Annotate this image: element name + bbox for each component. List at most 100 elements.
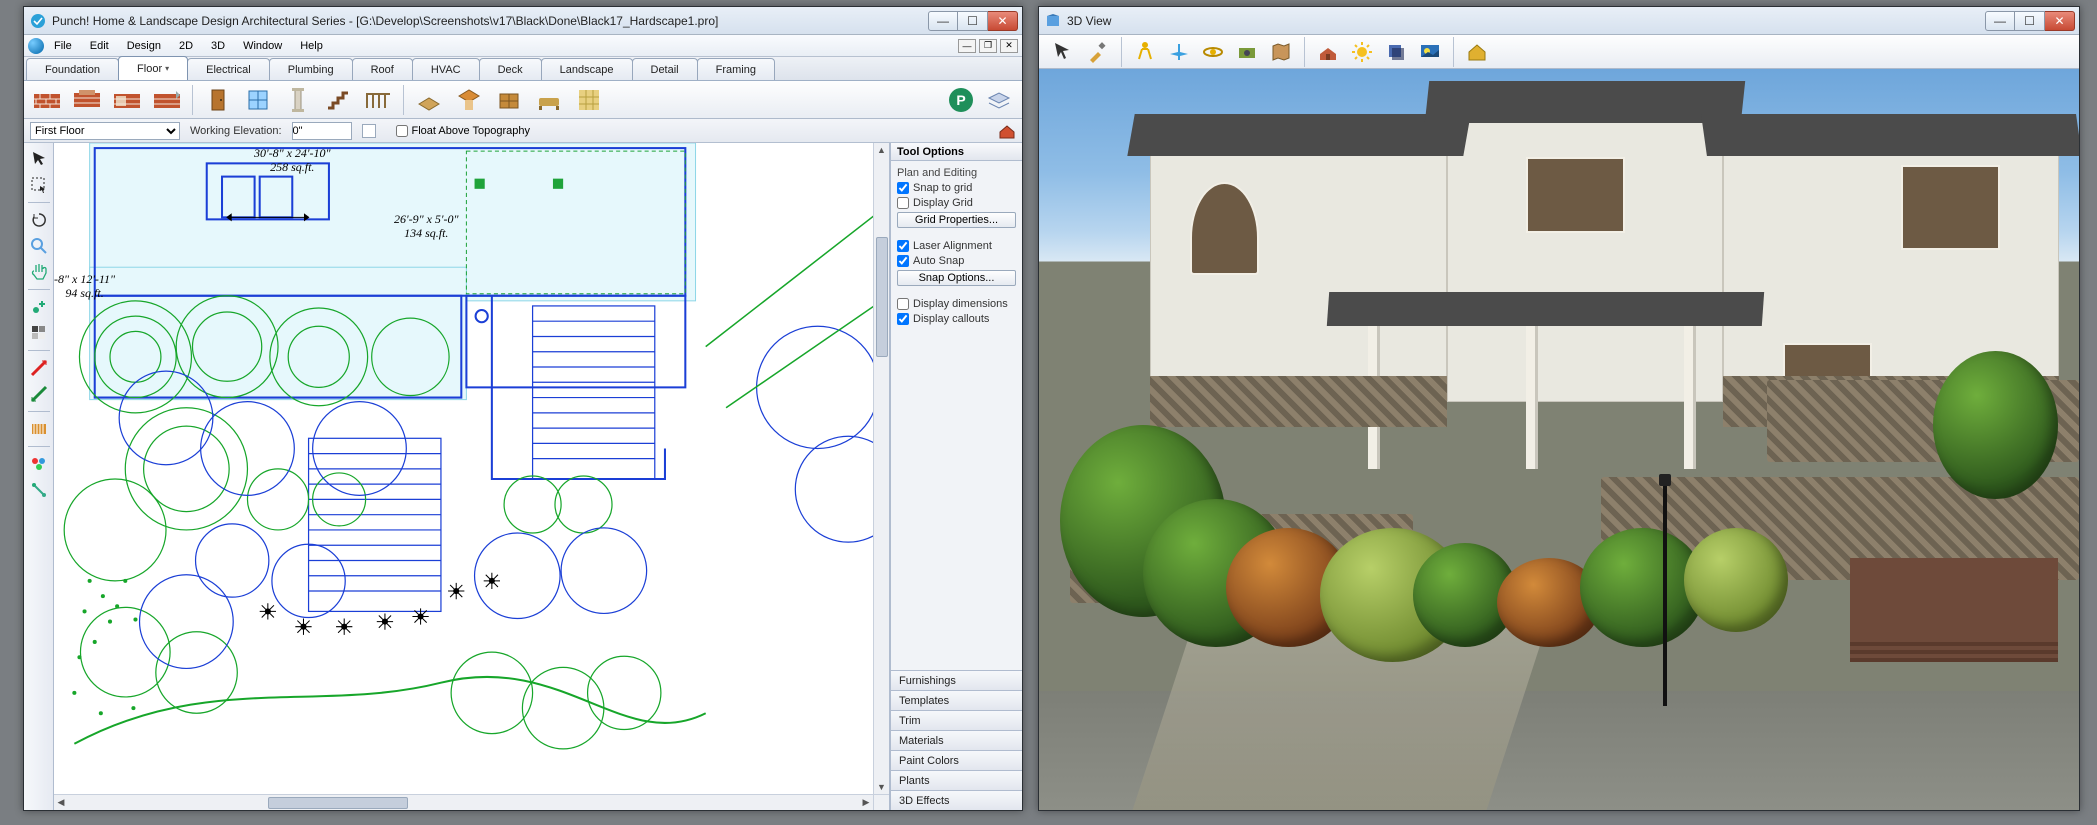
walk-tool-icon[interactable] [1049, 38, 1079, 66]
menu-file[interactable]: File [46, 38, 80, 54]
wall-tool-2-icon[interactable] [70, 84, 104, 116]
working-elevation-input[interactable] [292, 122, 352, 140]
main-titlebar[interactable]: Punch! Home & Landscape Design Architect… [24, 7, 1022, 35]
layers-icon[interactable] [982, 84, 1016, 116]
laser-alignment-checkbox[interactable] [897, 240, 909, 252]
scroll-right-icon[interactable]: ▶ [859, 796, 873, 810]
nav-map-icon[interactable] [1266, 38, 1296, 66]
acc-materials[interactable]: Materials [891, 730, 1022, 750]
menu-3d[interactable]: 3D [203, 38, 233, 54]
mdi-close-button[interactable]: ✕ [1000, 39, 1018, 53]
tab-hvac[interactable]: HVAC [412, 58, 480, 80]
view3d-titlebar[interactable]: 3D View — ☐ ✕ [1039, 7, 2079, 35]
scroll-up-icon[interactable]: ▲ [875, 143, 889, 157]
stepper-icon[interactable] [362, 124, 376, 138]
render-shadow-icon[interactable] [1381, 38, 1411, 66]
snap-to-grid-checkbox[interactable] [897, 182, 909, 194]
column-tool-icon[interactable] [281, 84, 315, 116]
punch-logo-icon[interactable]: P [944, 84, 978, 116]
door-tool-icon[interactable] [201, 84, 235, 116]
dimension-tool-icon[interactable] [27, 417, 51, 441]
tab-floor[interactable]: Floor▾ [118, 56, 188, 80]
auto-snap-checkbox[interactable] [897, 255, 909, 267]
nav-look-icon[interactable] [1232, 38, 1262, 66]
pointer-tool-icon[interactable] [27, 147, 51, 171]
tab-detail[interactable]: Detail [632, 58, 698, 80]
render-sun-icon[interactable] [1347, 38, 1377, 66]
tab-roof[interactable]: Roof [352, 58, 413, 80]
scroll-thumb-h[interactable] [268, 797, 408, 809]
scroll-left-icon[interactable]: ◀ [54, 796, 68, 810]
render-final-icon[interactable] [1415, 38, 1445, 66]
snap-options-button[interactable]: Snap Options... [897, 270, 1016, 286]
mdi-restore-button[interactable]: ❐ [979, 39, 997, 53]
acc-trim[interactable]: Trim [891, 710, 1022, 730]
tab-foundation[interactable]: Foundation [26, 58, 119, 80]
grid-properties-button[interactable]: Grid Properties... [897, 212, 1016, 228]
rotate-tool-icon[interactable] [27, 208, 51, 232]
stairs-tool-icon[interactable] [321, 84, 355, 116]
sample-tool-icon[interactable] [27, 321, 51, 345]
view3d-close-button[interactable]: ✕ [2045, 11, 2075, 31]
acc-3deffects[interactable]: 3D Effects [891, 790, 1022, 810]
material-tool-icon[interactable] [572, 84, 606, 116]
acc-plants[interactable]: Plants [891, 770, 1022, 790]
nav-walk-icon[interactable] [1130, 38, 1160, 66]
eyedropper-icon[interactable] [1083, 38, 1113, 66]
connect-tool-icon[interactable] [27, 478, 51, 502]
minimize-button[interactable]: — [928, 11, 958, 31]
menu-help[interactable]: Help [292, 38, 331, 54]
railing-tool-icon[interactable] [361, 84, 395, 116]
scroll-down-icon[interactable]: ▼ [875, 780, 889, 794]
menu-window[interactable]: Window [235, 38, 290, 54]
acc-templates[interactable]: Templates [891, 690, 1022, 710]
menu-2d[interactable]: 2D [171, 38, 201, 54]
color-tool-icon[interactable] [27, 452, 51, 476]
casita-icon[interactable] [998, 122, 1016, 140]
display-dimensions-checkbox[interactable] [897, 298, 909, 310]
window-tool-icon[interactable] [241, 84, 275, 116]
tab-plumbing[interactable]: Plumbing [269, 58, 353, 80]
floor-tool-icon[interactable] [412, 84, 446, 116]
tab-framing[interactable]: Framing [697, 58, 775, 80]
plan-canvas[interactable] [54, 143, 889, 795]
nav-fly-icon[interactable] [1164, 38, 1194, 66]
vertical-scrollbar[interactable]: ▲ ▼ [873, 143, 889, 794]
menu-design[interactable]: Design [119, 38, 169, 54]
app-menu-icon[interactable] [28, 38, 44, 54]
furniture-tool-icon[interactable] [532, 84, 566, 116]
cabinet-tool-icon[interactable] [492, 84, 526, 116]
canvas-area[interactable]: 30'-8" x 24'-10"258 sq.ft. 26'-9" x 5'-0… [54, 143, 890, 810]
select-region-tool-icon[interactable] [27, 173, 51, 197]
scroll-thumb-v[interactable] [876, 237, 888, 357]
wall-tool-4-icon[interactable] [150, 84, 184, 116]
zoom-tool-icon[interactable] [27, 234, 51, 258]
floor-selector[interactable]: First Floor [30, 122, 180, 140]
maximize-button[interactable]: ☐ [958, 11, 988, 31]
acc-paintcolors[interactable]: Paint Colors [891, 750, 1022, 770]
tab-deck[interactable]: Deck [479, 58, 542, 80]
mdi-minimize-button[interactable]: — [958, 39, 976, 53]
view3d-maximize-button[interactable]: ☐ [2015, 11, 2045, 31]
acc-furnishings[interactable]: Furnishings [891, 670, 1022, 690]
wall-tool-3-icon[interactable] [110, 84, 144, 116]
view3d-viewport[interactable] [1039, 69, 2079, 810]
ceiling-tool-icon[interactable] [452, 84, 486, 116]
menu-edit[interactable]: Edit [82, 38, 117, 54]
green-move-tool-icon[interactable] [27, 382, 51, 406]
render-shaded-icon[interactable] [1313, 38, 1343, 66]
view3d-minimize-button[interactable]: — [1985, 11, 2015, 31]
red-move-tool-icon[interactable] [27, 356, 51, 380]
float-above-topo-checkbox[interactable] [396, 125, 408, 137]
display-grid-checkbox[interactable] [897, 197, 909, 209]
tab-electrical[interactable]: Electrical [187, 58, 270, 80]
display-callouts-checkbox[interactable] [897, 313, 909, 325]
pan-tool-icon[interactable] [27, 260, 51, 284]
add-point-tool-icon[interactable] [27, 295, 51, 319]
nav-orbit-icon[interactable] [1198, 38, 1228, 66]
tab-landscape[interactable]: Landscape [541, 58, 633, 80]
close-button[interactable]: ✕ [988, 11, 1018, 31]
home-view-icon[interactable] [1462, 38, 1492, 66]
horizontal-scrollbar[interactable]: ◀ ▶ [54, 794, 873, 810]
wall-tool-icon[interactable] [30, 84, 64, 116]
